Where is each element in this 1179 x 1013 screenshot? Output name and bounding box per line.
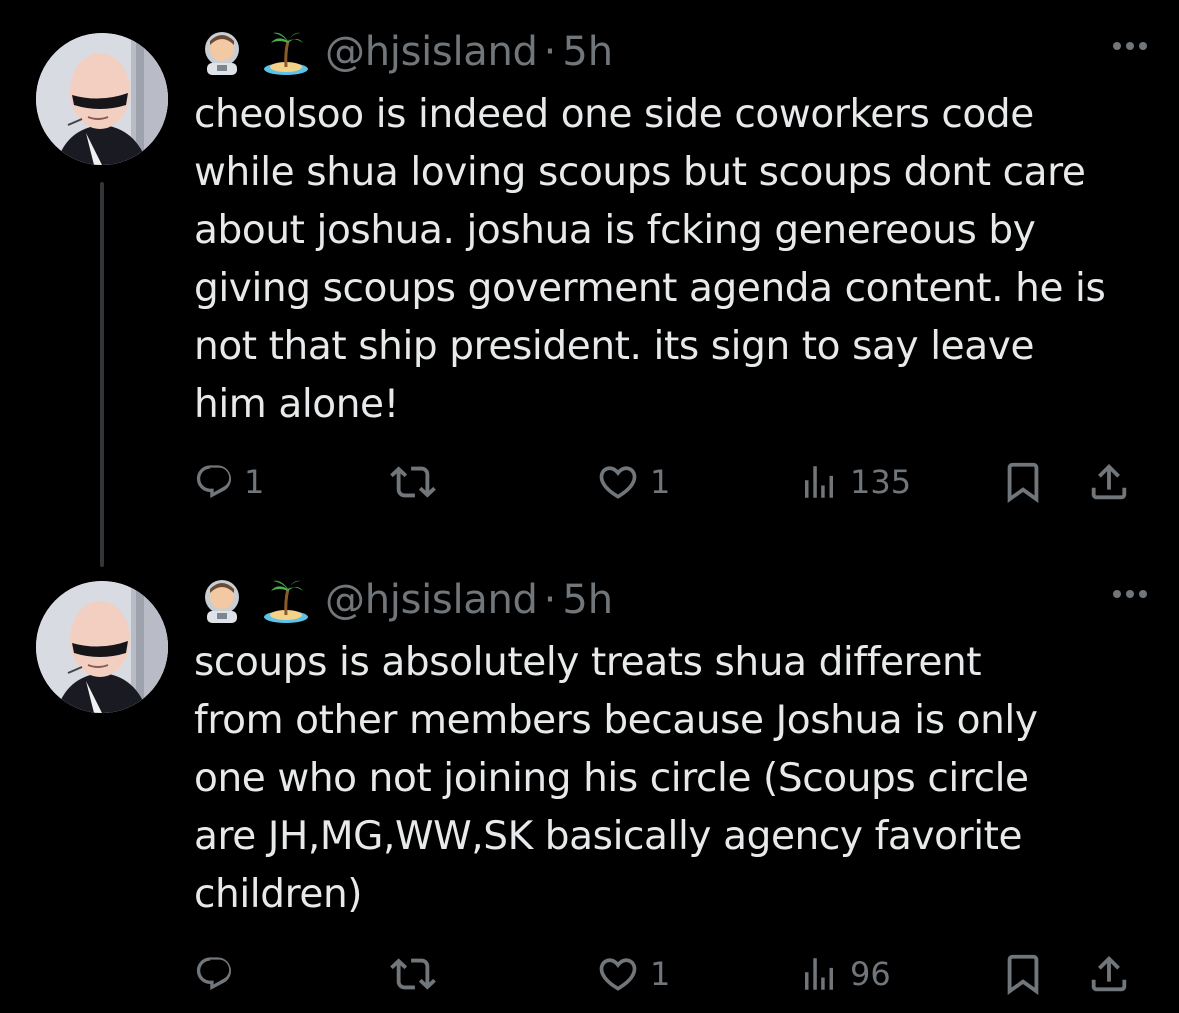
- bookmark-icon: [1007, 954, 1039, 995]
- user-handle[interactable]: @hjsisland: [325, 577, 538, 623]
- tweet-thread: @hjsisland · 5h cheolsoo is indeed one s…: [0, 0, 1179, 1013]
- retweet-button[interactable]: [390, 454, 446, 510]
- bookmark-button[interactable]: [1000, 946, 1046, 1002]
- views-count: 135: [850, 463, 912, 501]
- separator-dot: ·: [543, 577, 557, 623]
- user-handle[interactable]: @hjsisland: [325, 29, 538, 75]
- like-count: 1: [650, 463, 671, 501]
- share-icon: [1091, 463, 1127, 500]
- share-button[interactable]: [1086, 946, 1132, 1002]
- like-count: 1: [650, 955, 671, 993]
- avatar[interactable]: [36, 33, 168, 165]
- retweet-icon: [390, 958, 436, 990]
- like-button[interactable]: 1: [596, 454, 670, 510]
- reply-button[interactable]: 1: [194, 454, 264, 510]
- thread-connector-line: [100, 182, 104, 567]
- tweet-text: cheolsoo is indeed one side coworkers co…: [194, 92, 1106, 427]
- tweet-header: @hjsisland · 5h: [197, 568, 1147, 632]
- tweet-timestamp[interactable]: 5h: [562, 577, 613, 623]
- views-button[interactable]: 135: [798, 454, 911, 510]
- views-button[interactable]: 96: [798, 946, 891, 1002]
- views-chart-icon: [805, 466, 833, 498]
- tweet-actions: 1 96: [194, 946, 1144, 1002]
- reply-icon: [196, 957, 232, 990]
- share-icon: [1091, 955, 1127, 992]
- avatar[interactable]: [36, 581, 168, 713]
- views-chart-icon: [805, 958, 833, 990]
- share-button[interactable]: [1086, 454, 1132, 510]
- more-options-icon[interactable]: [1113, 590, 1147, 598]
- heart-icon: [599, 466, 637, 499]
- astronaut-emoji: [197, 27, 247, 77]
- tweet-text: scoups is absolutely treats shua differe…: [194, 640, 1038, 917]
- bookmark-button[interactable]: [1000, 454, 1046, 510]
- tweet-timestamp[interactable]: 5h: [562, 29, 613, 75]
- reply-count: 1: [244, 463, 265, 501]
- astronaut-emoji: [197, 575, 247, 625]
- like-button[interactable]: 1: [596, 946, 670, 1002]
- reply-button[interactable]: [194, 946, 244, 1002]
- views-count: 96: [850, 955, 891, 993]
- tweet-actions: 1 1 135: [194, 454, 1144, 510]
- desert-island-emoji: [261, 27, 311, 77]
- retweet-button[interactable]: [390, 946, 446, 1002]
- heart-icon: [599, 958, 637, 991]
- tweet-header: @hjsisland · 5h: [197, 20, 1147, 84]
- reply-icon: [196, 465, 232, 498]
- retweet-icon: [390, 466, 436, 498]
- bookmark-icon: [1007, 462, 1039, 503]
- desert-island-emoji: [261, 575, 311, 625]
- more-options-icon[interactable]: [1113, 42, 1147, 50]
- separator-dot: ·: [543, 29, 557, 75]
